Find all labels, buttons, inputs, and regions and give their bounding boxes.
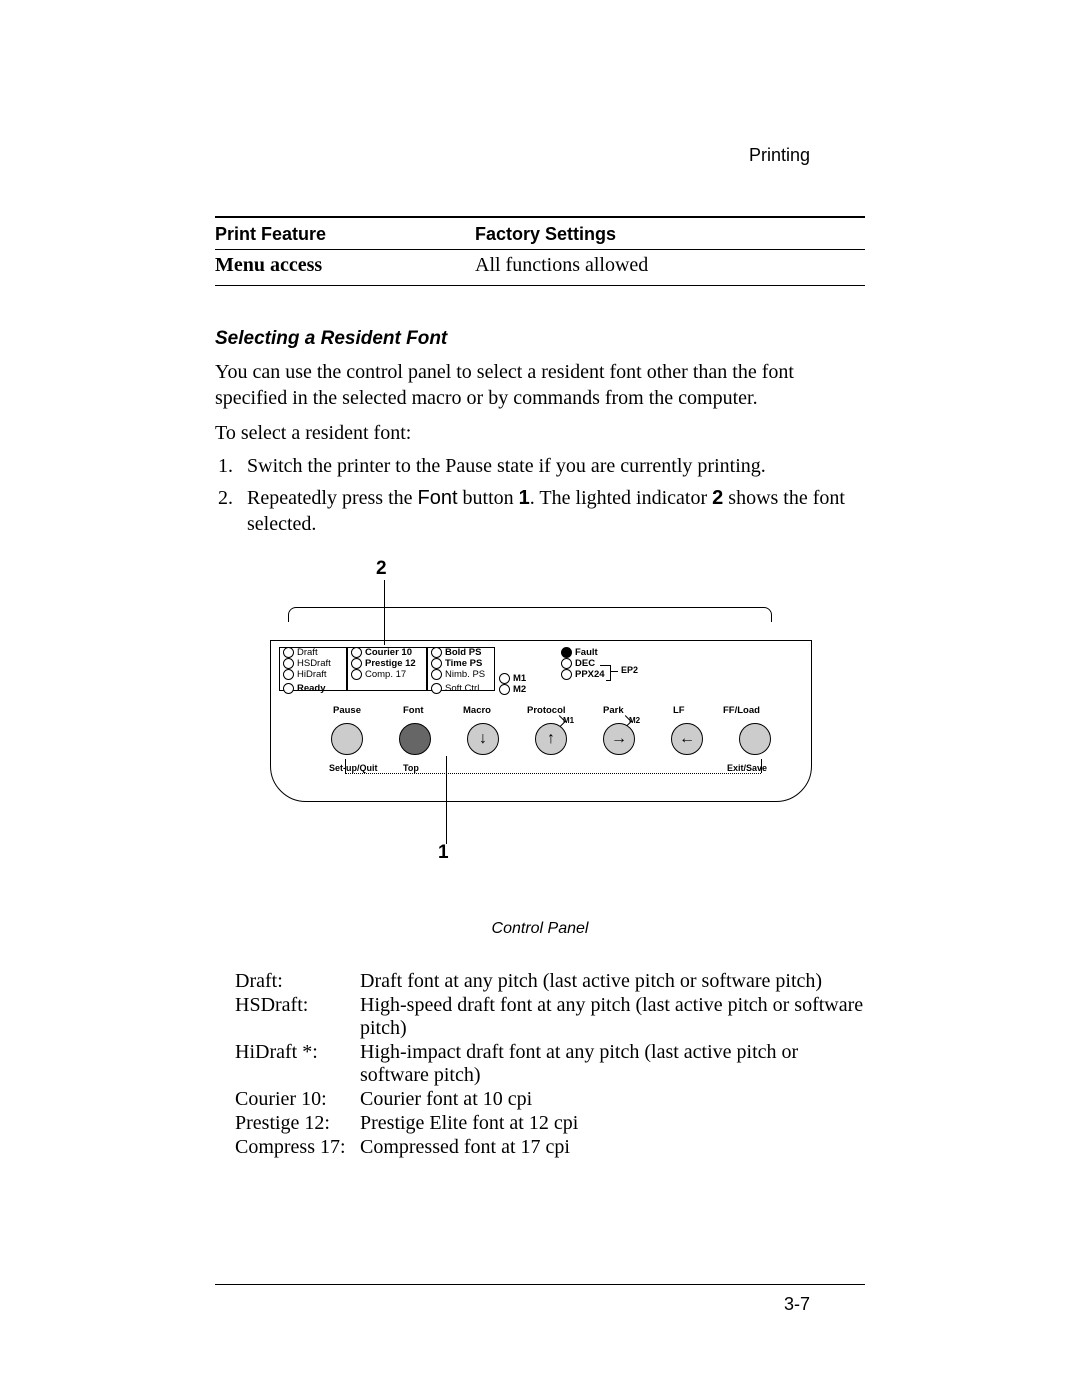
under-label-top: Top bbox=[403, 763, 419, 773]
btn-label-ffload: FF/Load bbox=[723, 705, 760, 716]
btn-label-font: Font bbox=[403, 705, 424, 716]
steps-list: 1. Switch the printer to the Pause state… bbox=[215, 453, 865, 537]
btn-label-lf: LF bbox=[673, 705, 685, 716]
intro-paragraph: You can use the control panel to select … bbox=[215, 360, 865, 411]
table-row: Menu access All functions allowed bbox=[215, 250, 865, 285]
ep2-label: EP2 bbox=[621, 665, 638, 675]
park-button[interactable]: → bbox=[603, 723, 635, 755]
ffload-button[interactable] bbox=[739, 723, 771, 755]
settings-table: Print Feature Factory Settings Menu acce… bbox=[215, 216, 865, 286]
led-ppx24: PPX24 bbox=[561, 669, 605, 680]
led-ready: Ready bbox=[283, 683, 331, 694]
led-m1: M1 bbox=[499, 673, 526, 684]
btn-label-macro: Macro bbox=[463, 705, 491, 716]
protocol-button[interactable]: ↑ bbox=[535, 723, 567, 755]
t: . The lighted indicator bbox=[530, 487, 712, 509]
led-prestige-12: Prestige 12 bbox=[351, 658, 416, 669]
control-panel-diagram: 2 Draft HSDraft HiDraft Ready Courier 10… bbox=[270, 562, 810, 882]
btn-label-protocol: Protocol bbox=[527, 705, 566, 716]
step-1: 1. Switch the printer to the Pause state… bbox=[215, 453, 865, 479]
section-heading: Selecting a Resident Font bbox=[215, 328, 865, 350]
table-header-row: Print Feature Factory Settings bbox=[215, 218, 865, 250]
def-prestige12: Prestige 12:Prestige Elite font at 12 cp… bbox=[235, 1112, 865, 1135]
led-fault: Fault bbox=[561, 647, 605, 658]
callout-number-1: 1 bbox=[438, 842, 449, 864]
led-time-ps: Time PS bbox=[431, 658, 485, 669]
page-number: 3-7 bbox=[784, 1294, 810, 1315]
led-soft-ctrl: Soft Ctrl. bbox=[431, 683, 485, 694]
step-number: 2. bbox=[215, 485, 233, 537]
col-header-factory-settings: Factory Settings bbox=[475, 224, 865, 245]
cell-all-functions: All functions allowed bbox=[475, 254, 865, 277]
led-comp-17: Comp. 17 bbox=[351, 669, 416, 680]
led-bold-ps: Bold PS bbox=[431, 647, 485, 658]
down-arrow-icon: ↓ bbox=[479, 730, 487, 748]
pause-button[interactable] bbox=[331, 723, 363, 755]
def-courier10: Courier 10:Courier font at 10 cpi bbox=[235, 1088, 865, 1111]
btn-label-pause: Pause bbox=[333, 705, 361, 716]
footer-rule bbox=[215, 1284, 865, 1285]
col-header-print-feature: Print Feature bbox=[215, 224, 475, 245]
step-2: 2. Repeatedly press the Font button 1. T… bbox=[215, 485, 865, 537]
def-hsdraft: HSDraft:High-speed draft font at any pit… bbox=[235, 994, 865, 1040]
document-page: Printing Print Feature Factory Settings … bbox=[0, 0, 1080, 1397]
led-draft: Draft bbox=[283, 647, 331, 658]
up-arrow-icon: ↑ bbox=[547, 730, 555, 748]
header-section-label: Printing bbox=[749, 145, 810, 166]
step-text: Repeatedly press the Font button 1. The … bbox=[247, 485, 865, 537]
font-definitions: Draft:Draft font at any pitch (last acti… bbox=[235, 970, 865, 1159]
led-m2: M2 bbox=[499, 684, 526, 695]
def-draft: Draft:Draft font at any pitch (last acti… bbox=[235, 970, 865, 993]
callout-number-2: 2 bbox=[376, 558, 387, 580]
font-button-ref: Font bbox=[418, 487, 458, 509]
left-arrow-icon: ← bbox=[679, 730, 695, 748]
callout-line bbox=[446, 756, 447, 844]
font-button[interactable] bbox=[399, 723, 431, 755]
right-arrow-icon: → bbox=[611, 730, 627, 748]
led-courier-10: Courier 10 bbox=[351, 647, 416, 658]
callout-ref-1: 1 bbox=[519, 487, 530, 509]
macro-button[interactable]: ↓ bbox=[467, 723, 499, 755]
figure-caption: Control Panel bbox=[215, 920, 865, 938]
lead-in-text: To select a resident font: bbox=[215, 421, 865, 447]
step-number: 1. bbox=[215, 453, 233, 479]
panel-outline: Draft HSDraft HiDraft Ready Courier 10 P… bbox=[270, 640, 812, 802]
t: Repeatedly press the bbox=[247, 487, 418, 509]
callout-ref-2: 2 bbox=[712, 487, 723, 509]
brace-top bbox=[288, 607, 772, 622]
step-text: Switch the printer to the Pause state if… bbox=[247, 453, 865, 479]
cell-menu-access: Menu access bbox=[215, 254, 475, 277]
led-nimb-ps: Nimb. PS bbox=[431, 669, 485, 680]
buttons-row: ↓ ↑ → ← bbox=[331, 723, 771, 755]
led-dec: DEC bbox=[561, 658, 605, 669]
led-hsdraft: HSDraft bbox=[283, 658, 331, 669]
def-compress17: Compress 17:Compressed font at 17 cpi bbox=[235, 1136, 865, 1159]
led-hidraft: HiDraft bbox=[283, 669, 331, 680]
under-label-setup: Set-up/Quit bbox=[329, 763, 378, 773]
t: button bbox=[458, 487, 519, 509]
def-hidraft: HiDraft *:High-impact draft font at any … bbox=[235, 1041, 865, 1087]
lf-button[interactable]: ← bbox=[671, 723, 703, 755]
btn-label-park: Park bbox=[603, 705, 624, 716]
